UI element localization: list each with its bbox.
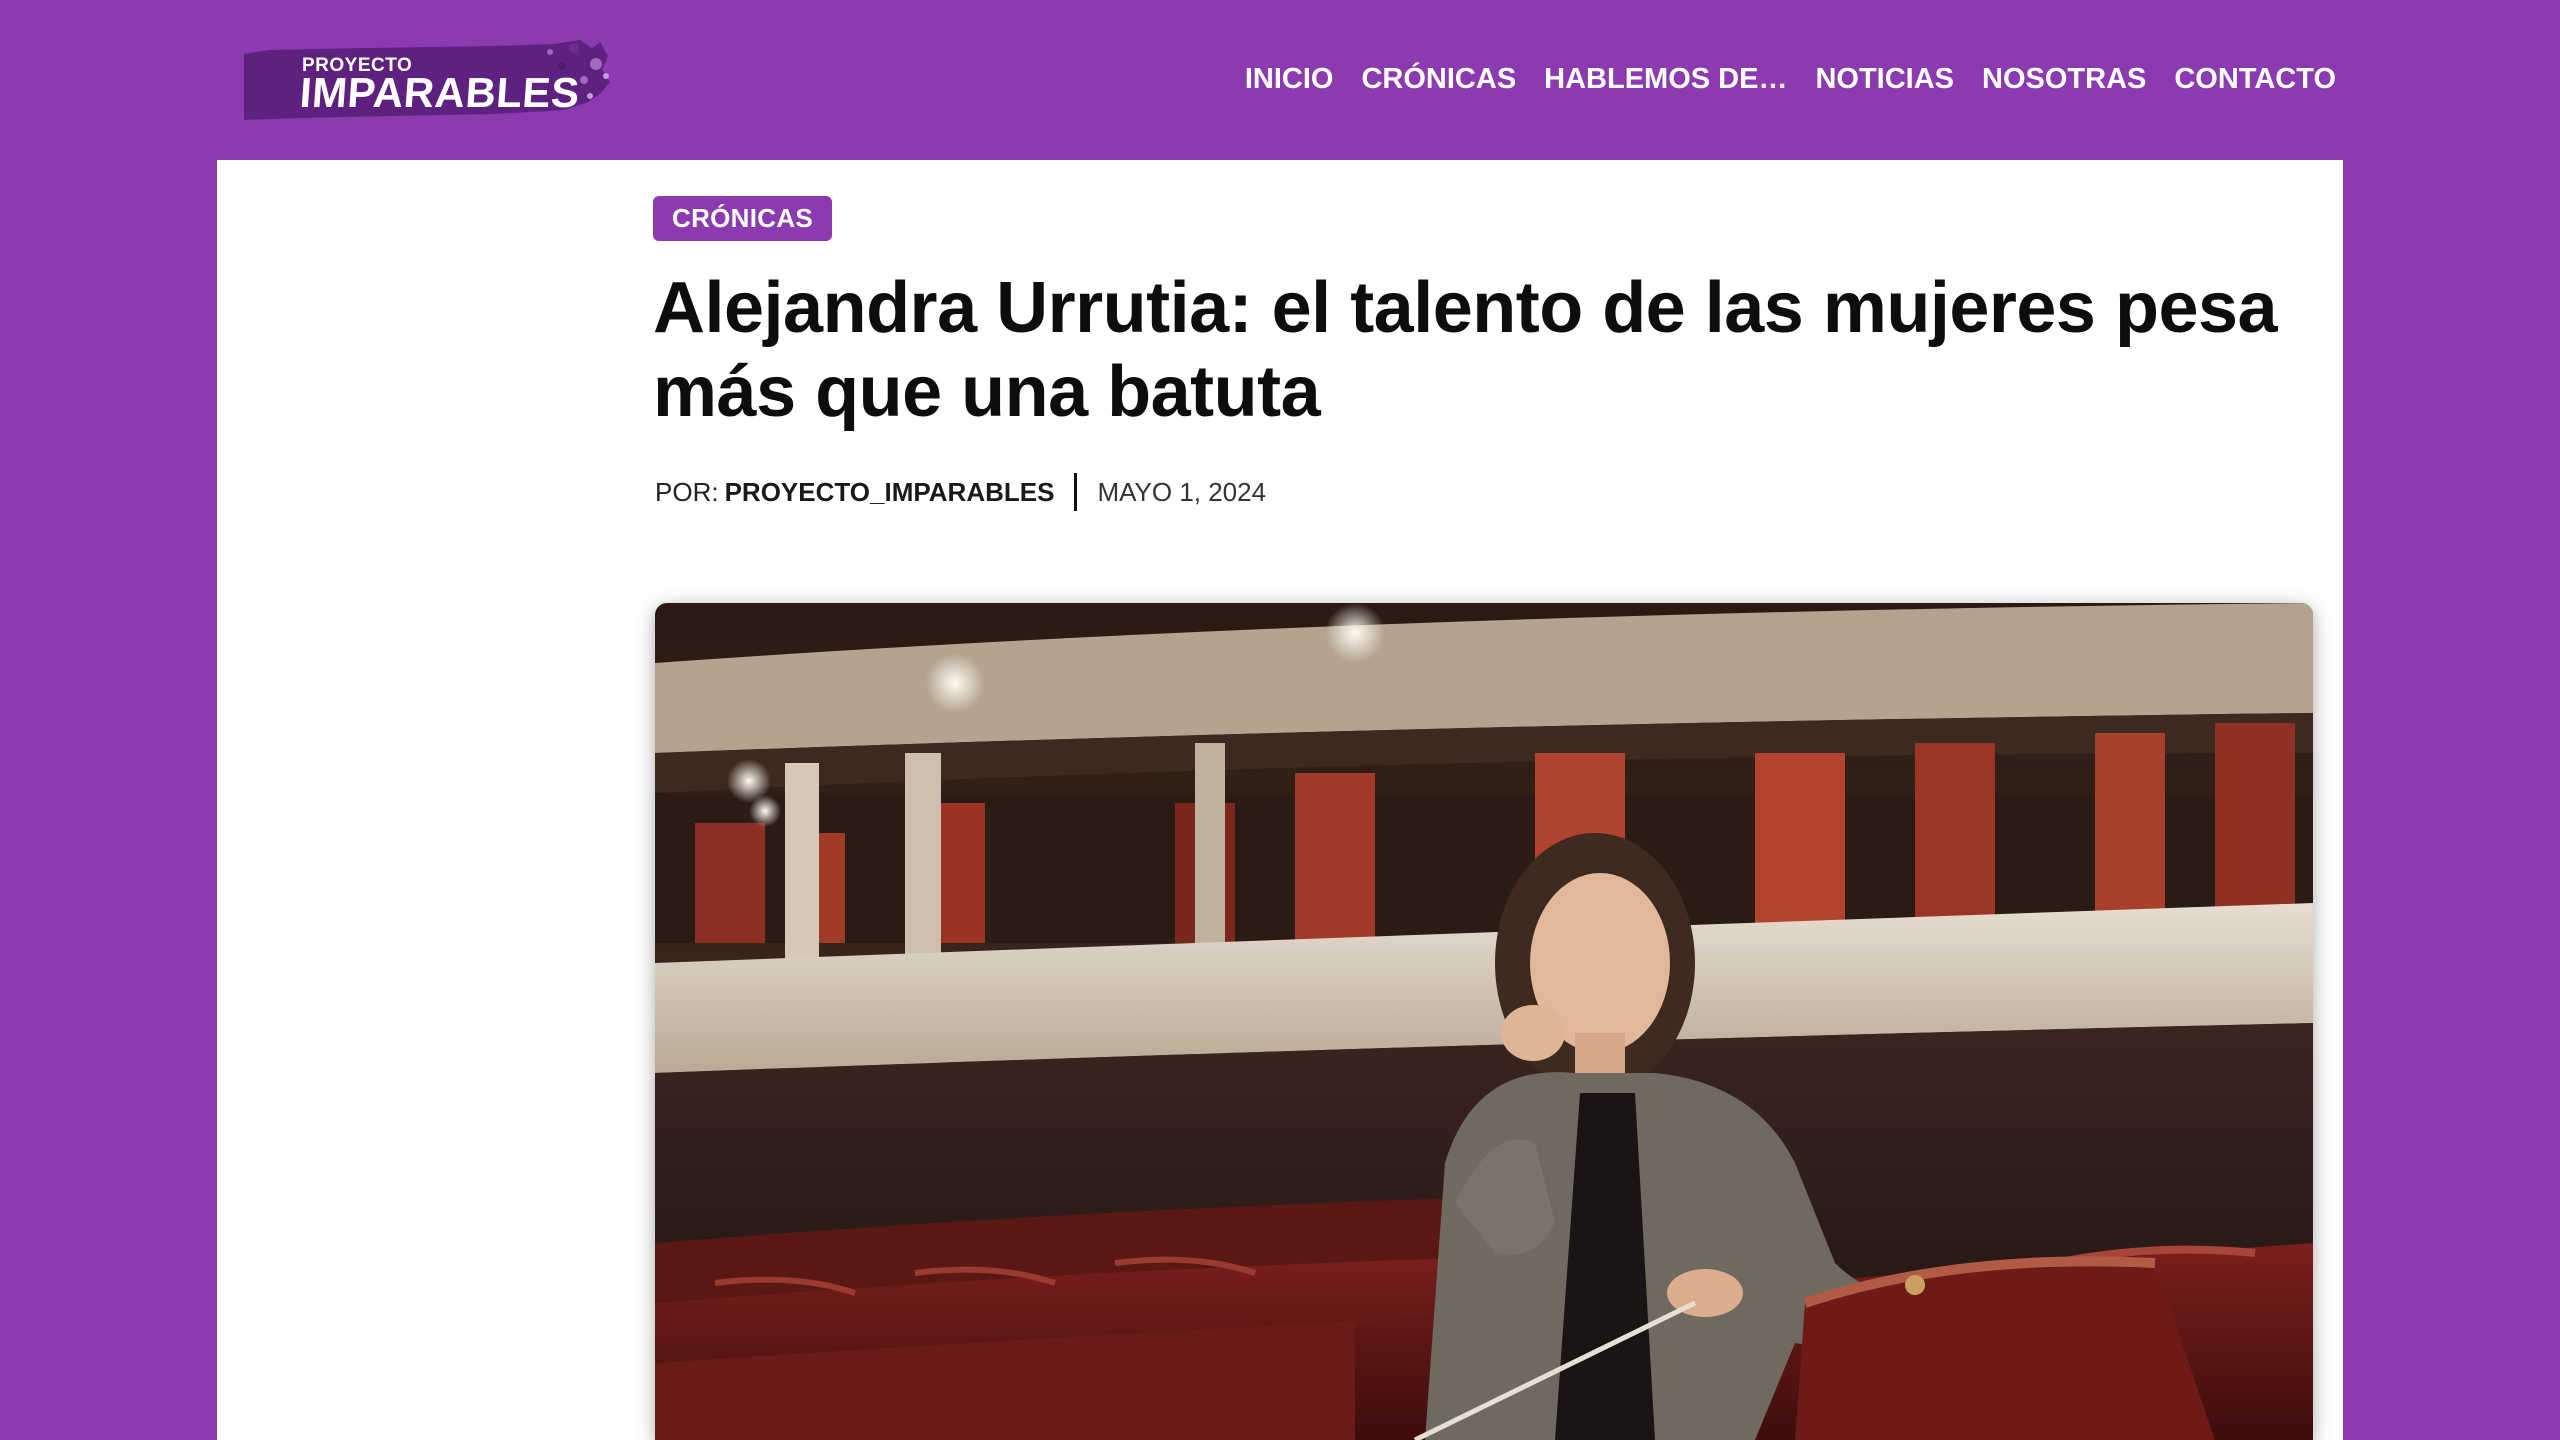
site-logo[interactable]: PROYECTO IMPARABLES bbox=[244, 36, 616, 122]
nav-item-inicio[interactable]: INICIO bbox=[1245, 62, 1334, 96]
article-meta: POR: PROYECTO_IMPARABLES MAYO 1, 2024 bbox=[655, 473, 1266, 511]
meta-divider bbox=[1074, 473, 1078, 511]
nav-item-hablemos-de[interactable]: HABLEMOS DE… bbox=[1544, 62, 1787, 96]
article-card: CRÓNICAS Alejandra Urrutia: el talento d… bbox=[217, 160, 2343, 1440]
category-badge[interactable]: CRÓNICAS bbox=[653, 196, 833, 241]
main-nav: INICIO CRÓNICAS HABLEMOS DE… NOTICIAS NO… bbox=[1245, 62, 2336, 96]
nav-item-cronicas[interactable]: CRÓNICAS bbox=[1361, 62, 1516, 96]
site-header: PROYECTO IMPARABLES INICIO CRÓNICAS HABL… bbox=[0, 0, 2560, 160]
author-link[interactable]: PROYECTO_IMPARABLES bbox=[725, 477, 1055, 508]
nav-item-noticias[interactable]: NOTICIAS bbox=[1815, 62, 1954, 96]
author-prefix: POR: bbox=[655, 476, 719, 507]
conductor-in-theater-photo-icon bbox=[655, 603, 2313, 1440]
publish-date: MAYO 1, 2024 bbox=[1097, 476, 1267, 507]
logo-line-2: IMPARABLES bbox=[298, 69, 582, 116]
featured-image bbox=[655, 603, 2313, 1440]
nav-item-contacto[interactable]: CONTACTO bbox=[2174, 62, 2336, 96]
nav-item-nosotras[interactable]: NOSOTRAS bbox=[1982, 62, 2146, 96]
article-title: Alejandra Urrutia: el talento de las muj… bbox=[653, 268, 2278, 432]
